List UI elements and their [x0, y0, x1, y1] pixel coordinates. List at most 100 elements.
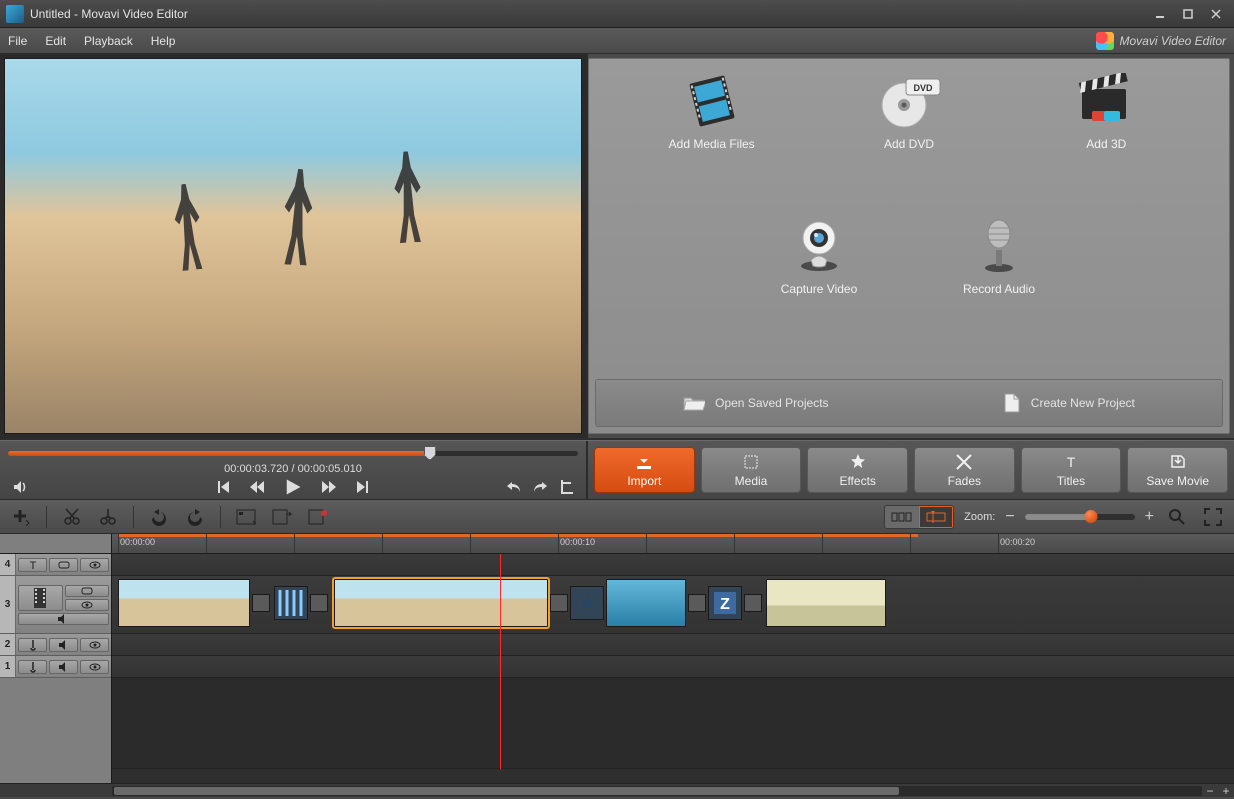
transition-stripes[interactable]: [274, 586, 308, 620]
preview-figure: [273, 168, 324, 266]
add-dvd-label: Add DVD: [884, 137, 934, 151]
ruler-mark: 00:00:10: [560, 537, 595, 547]
tab-import[interactable]: Import: [594, 447, 695, 493]
svg-text:Z: Z: [720, 596, 730, 613]
preview-pane: [0, 54, 588, 438]
tab-media-label: Media: [735, 474, 768, 488]
zoom-fit-button[interactable]: [1164, 504, 1190, 530]
preview-canvas[interactable]: [4, 58, 582, 434]
mute-icon[interactable]: [49, 638, 78, 652]
tab-save-movie[interactable]: Save Movie: [1127, 447, 1228, 493]
add-3d-button[interactable]: Add 3D: [1008, 73, 1205, 218]
ruler-mark: 00:00:00: [120, 537, 155, 547]
record-audio-label: Record Audio: [963, 282, 1035, 296]
step-forward-button[interactable]: [321, 479, 337, 495]
tab-effects[interactable]: Effects: [807, 447, 908, 493]
time-ruler[interactable]: 00:00:00 00:00:10 00:00:20: [112, 534, 1234, 553]
add-dvd-button[interactable]: DVD Add DVD: [810, 73, 1007, 218]
timeline-expand-button[interactable]: +: [1218, 784, 1234, 798]
menu-file[interactable]: File: [8, 34, 27, 48]
play-button[interactable]: [283, 477, 303, 497]
mute-icon[interactable]: [49, 660, 78, 674]
menu-edit[interactable]: Edit: [45, 34, 66, 48]
undo-button[interactable]: [506, 479, 522, 495]
clip-properties-button[interactable]: [233, 504, 259, 530]
menu-bar: File Edit Playback Help Movavi Video Edi…: [0, 28, 1234, 54]
clip-export-button[interactable]: [269, 504, 295, 530]
minimize-button[interactable]: [1148, 5, 1172, 23]
clip-2[interactable]: Summer.mp4 (0:00:05): [334, 579, 548, 627]
menu-playback[interactable]: Playback: [84, 34, 133, 48]
track-header-1[interactable]: 1: [0, 656, 111, 678]
zoom-label: Zoom:: [964, 511, 995, 523]
add-track-button[interactable]: [8, 504, 34, 530]
timeline: 00:00:00 00:00:10 00:00:20 4 T 3: [0, 534, 1234, 797]
brand-label: Movavi Video Editor: [1096, 32, 1227, 50]
track-header-2[interactable]: 2: [0, 634, 111, 656]
timecode: 00:00:03.720 / 00:00:05.010: [0, 463, 586, 475]
folder-open-icon: [683, 394, 705, 412]
tab-fades[interactable]: Fades: [914, 447, 1015, 493]
maximize-button[interactable]: [1176, 5, 1200, 23]
fullscreen-button[interactable]: [1200, 504, 1226, 530]
volume-button[interactable]: [12, 479, 28, 495]
cut-button[interactable]: [59, 504, 85, 530]
track-lanes[interactable]: 1.mp4 (0:00:03) Summer.mp4 (0:00:05): [112, 554, 1234, 783]
svg-text:T: T: [29, 560, 36, 571]
link-icon[interactable]: [49, 558, 78, 572]
track-header-4[interactable]: 4 T: [0, 554, 111, 576]
rotate-right-button[interactable]: [182, 504, 208, 530]
track-headers: 4 T 3 2: [0, 554, 112, 783]
visibility-icon[interactable]: [80, 660, 109, 674]
ruler-mark: 00:00:20: [1000, 537, 1035, 547]
create-new-project-button[interactable]: Create New Project: [1003, 393, 1135, 413]
record-audio-button[interactable]: Record Audio: [909, 218, 1089, 363]
visibility-icon[interactable]: [80, 638, 109, 652]
link-icon[interactable]: [65, 585, 110, 597]
storyboard-view-icon[interactable]: [885, 506, 919, 528]
track-header-3[interactable]: 3: [0, 576, 111, 634]
tab-titles[interactable]: T Titles: [1021, 447, 1122, 493]
clip-3[interactable]: Swimming.jpg (0:...: [606, 579, 686, 627]
brand-text: Movavi Video Editor: [1120, 34, 1227, 48]
step-back-button[interactable]: [249, 479, 265, 495]
mute-icon[interactable]: [18, 613, 109, 625]
split-button[interactable]: [95, 504, 121, 530]
clip-record-button[interactable]: [305, 504, 331, 530]
clip-1[interactable]: 1.mp4 (0:00:03): [118, 579, 250, 627]
open-saved-projects-label: Open Saved Projects: [715, 396, 828, 410]
tab-media[interactable]: Media: [701, 447, 802, 493]
scrub-bar[interactable]: [8, 445, 578, 461]
capture-video-button[interactable]: Capture Video: [729, 218, 909, 363]
transition-handle[interactable]: [744, 594, 762, 612]
go-start-button[interactable]: [215, 479, 231, 495]
timeline-view-icon[interactable]: [919, 506, 953, 528]
close-button[interactable]: [1204, 5, 1228, 23]
crop-button[interactable]: [558, 479, 574, 495]
timeline-view-switch[interactable]: [884, 505, 954, 529]
video-track-icon: [18, 585, 63, 611]
tab-titles-label: Titles: [1057, 474, 1085, 488]
window-title: Untitled - Movavi Video Editor: [30, 7, 1148, 21]
transition-handle[interactable]: [688, 594, 706, 612]
playhead[interactable]: [500, 554, 501, 769]
timeline-collapse-button[interactable]: −: [1202, 784, 1218, 798]
go-end-button[interactable]: [355, 479, 371, 495]
visibility-icon[interactable]: [80, 558, 109, 572]
add-media-files-button[interactable]: Add Media Files: [613, 73, 810, 218]
transition-handle[interactable]: [310, 594, 328, 612]
transition-burst[interactable]: [570, 586, 604, 620]
open-saved-projects-button[interactable]: Open Saved Projects: [683, 394, 828, 412]
transition-handle[interactable]: [252, 594, 270, 612]
clip-4[interactable]: Water.jpg (0:00:03): [766, 579, 886, 627]
transition-handle[interactable]: [550, 594, 568, 612]
transition-zoom[interactable]: Z: [708, 586, 742, 620]
redo-button[interactable]: [532, 479, 548, 495]
capture-video-label: Capture Video: [781, 282, 858, 296]
rotate-left-button[interactable]: [146, 504, 172, 530]
timeline-scrollbar[interactable]: − +: [0, 783, 1234, 797]
zoom-slider[interactable]: [1025, 514, 1135, 520]
add-media-files-label: Add Media Files: [669, 137, 755, 151]
menu-help[interactable]: Help: [151, 34, 176, 48]
visibility-icon[interactable]: [65, 599, 110, 611]
